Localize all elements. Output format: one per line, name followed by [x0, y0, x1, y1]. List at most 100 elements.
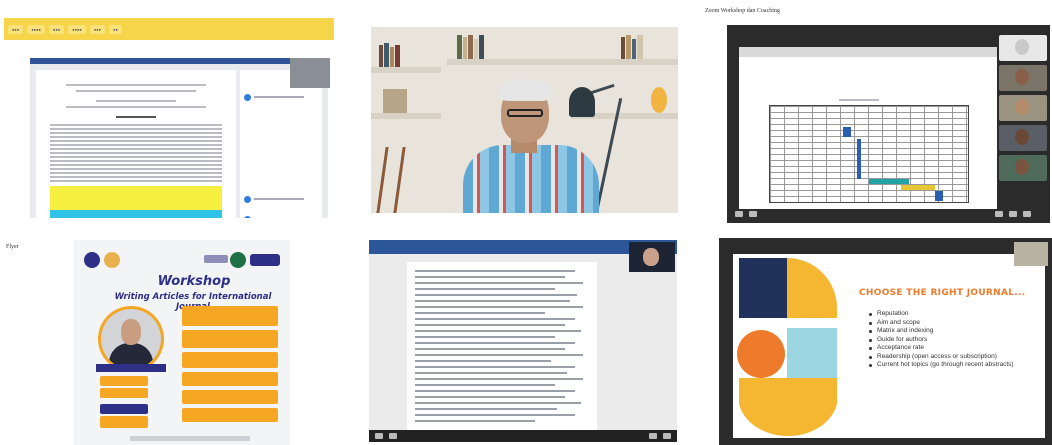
ref-line — [415, 300, 570, 302]
round-decor — [651, 87, 667, 113]
slide-bullet: Acceptance rate — [869, 344, 1039, 353]
participant-video-thumbnail[interactable] — [290, 58, 330, 88]
doc-affil-line — [66, 106, 206, 108]
comment-item[interactable] — [244, 94, 314, 104]
ref-line — [415, 348, 565, 350]
presenter-video-thumbnail[interactable] — [629, 242, 675, 272]
book — [463, 37, 467, 59]
sheet-title-line — [839, 99, 879, 101]
ref-line — [415, 360, 551, 362]
doc-author-line — [96, 100, 176, 102]
speaker-portrait — [98, 306, 164, 372]
doc-text-line — [50, 144, 222, 146]
comment-item[interactable] — [244, 196, 314, 206]
doc-title-line — [66, 84, 206, 86]
ref-line — [415, 276, 565, 278]
browser-tab[interactable]: ●●●● — [68, 24, 86, 34]
ref-line — [415, 414, 575, 416]
speaker-glasses — [507, 109, 543, 117]
doc-title-line — [76, 90, 196, 92]
comment-avatar-icon — [244, 216, 251, 218]
speaker-shirt — [463, 145, 599, 213]
play-icon[interactable] — [735, 211, 743, 217]
poster-footer-logos — [130, 436, 250, 441]
shelf — [447, 59, 678, 65]
participant-thumbnail[interactable] — [999, 35, 1047, 61]
gantt-bar — [869, 179, 909, 184]
doc-text-line — [50, 172, 222, 174]
partner-logo — [250, 254, 280, 266]
presenter-video-thumbnail[interactable] — [1014, 242, 1048, 266]
caption-zoom-workshop: Zoom Workshop dan Coaching — [705, 8, 780, 14]
ref-line — [415, 306, 583, 308]
workshop-flyer: Workshop Writing Articles for Internatio… — [74, 240, 290, 445]
fullscreen-icon[interactable] — [1023, 211, 1031, 217]
browser-tab[interactable]: ●● — [109, 24, 122, 34]
doc-abstract-heading — [116, 116, 156, 118]
ref-line — [415, 384, 555, 386]
participant-thumbnail[interactable] — [999, 95, 1047, 121]
settings-icon[interactable] — [649, 433, 657, 439]
participant-thumbnail[interactable] — [999, 65, 1047, 91]
shelf — [371, 113, 441, 119]
ref-line — [415, 372, 567, 374]
poster-title: Workshop — [157, 274, 231, 289]
gantt-bar — [843, 127, 851, 137]
ref-line — [415, 336, 555, 338]
ref-line — [415, 342, 575, 344]
shelf — [371, 67, 441, 73]
ref-line — [415, 420, 535, 422]
document-page — [36, 70, 236, 218]
doc-text-line — [50, 180, 222, 182]
participant-thumbnail[interactable] — [999, 125, 1047, 151]
partner-logo — [204, 255, 228, 263]
book — [384, 43, 389, 67]
book — [390, 47, 394, 67]
ref-line — [415, 270, 575, 272]
browser-tab-bar: ●●● ●●●● ●●● ●●●● ●●● ●● — [4, 18, 334, 40]
browser-tab[interactable]: ●●● — [89, 24, 106, 34]
doc-text-line — [50, 168, 222, 170]
volume-icon[interactable] — [389, 433, 397, 439]
ref-line — [415, 408, 557, 410]
video-controls — [369, 430, 677, 442]
doc-text-line — [50, 132, 222, 134]
slide-bullet: Guide for authors — [869, 336, 1039, 345]
participant-thumbnail[interactable] — [999, 155, 1047, 181]
browser-tab[interactable]: ●●● — [8, 24, 24, 34]
book — [621, 37, 625, 59]
settings-icon[interactable] — [995, 211, 1003, 217]
poster-logo-row — [80, 252, 284, 272]
pip-icon[interactable] — [1009, 211, 1017, 217]
desk-lamp-shade — [569, 87, 595, 117]
slide-bullet: Matrix and indexing — [869, 327, 1039, 336]
doc-text-line — [50, 164, 222, 166]
browser-tab[interactable]: ●●●● — [27, 24, 45, 34]
speaker-video — [371, 27, 678, 213]
schedule-box — [182, 330, 278, 348]
slide-bullet: Aim and scope — [869, 319, 1039, 328]
book — [474, 39, 478, 59]
info-box — [100, 388, 148, 398]
ref-line — [415, 402, 581, 404]
comment-avatar-icon — [244, 196, 251, 203]
ref-line — [415, 330, 581, 332]
fullscreen-icon[interactable] — [663, 433, 671, 439]
editing-session-video — [369, 240, 677, 442]
speaker-name-plate — [96, 364, 166, 372]
ref-line — [415, 282, 583, 284]
schedule-box — [182, 352, 278, 368]
ref-line — [415, 390, 575, 392]
gantt-bar — [901, 185, 935, 190]
doc-text-line — [50, 136, 222, 138]
browser-tab[interactable]: ●●● — [48, 24, 65, 34]
play-icon[interactable] — [375, 433, 383, 439]
caption-flyer: Flyer — [6, 244, 19, 250]
schedule-box — [182, 372, 278, 386]
comment-item[interactable] — [244, 216, 314, 218]
gantt-bar — [857, 139, 861, 179]
partner-logo — [230, 252, 246, 268]
slide-bullet-list: Reputation Aim and scope Matrix and inde… — [869, 310, 1039, 370]
easel — [376, 147, 406, 213]
volume-icon[interactable] — [749, 211, 757, 217]
